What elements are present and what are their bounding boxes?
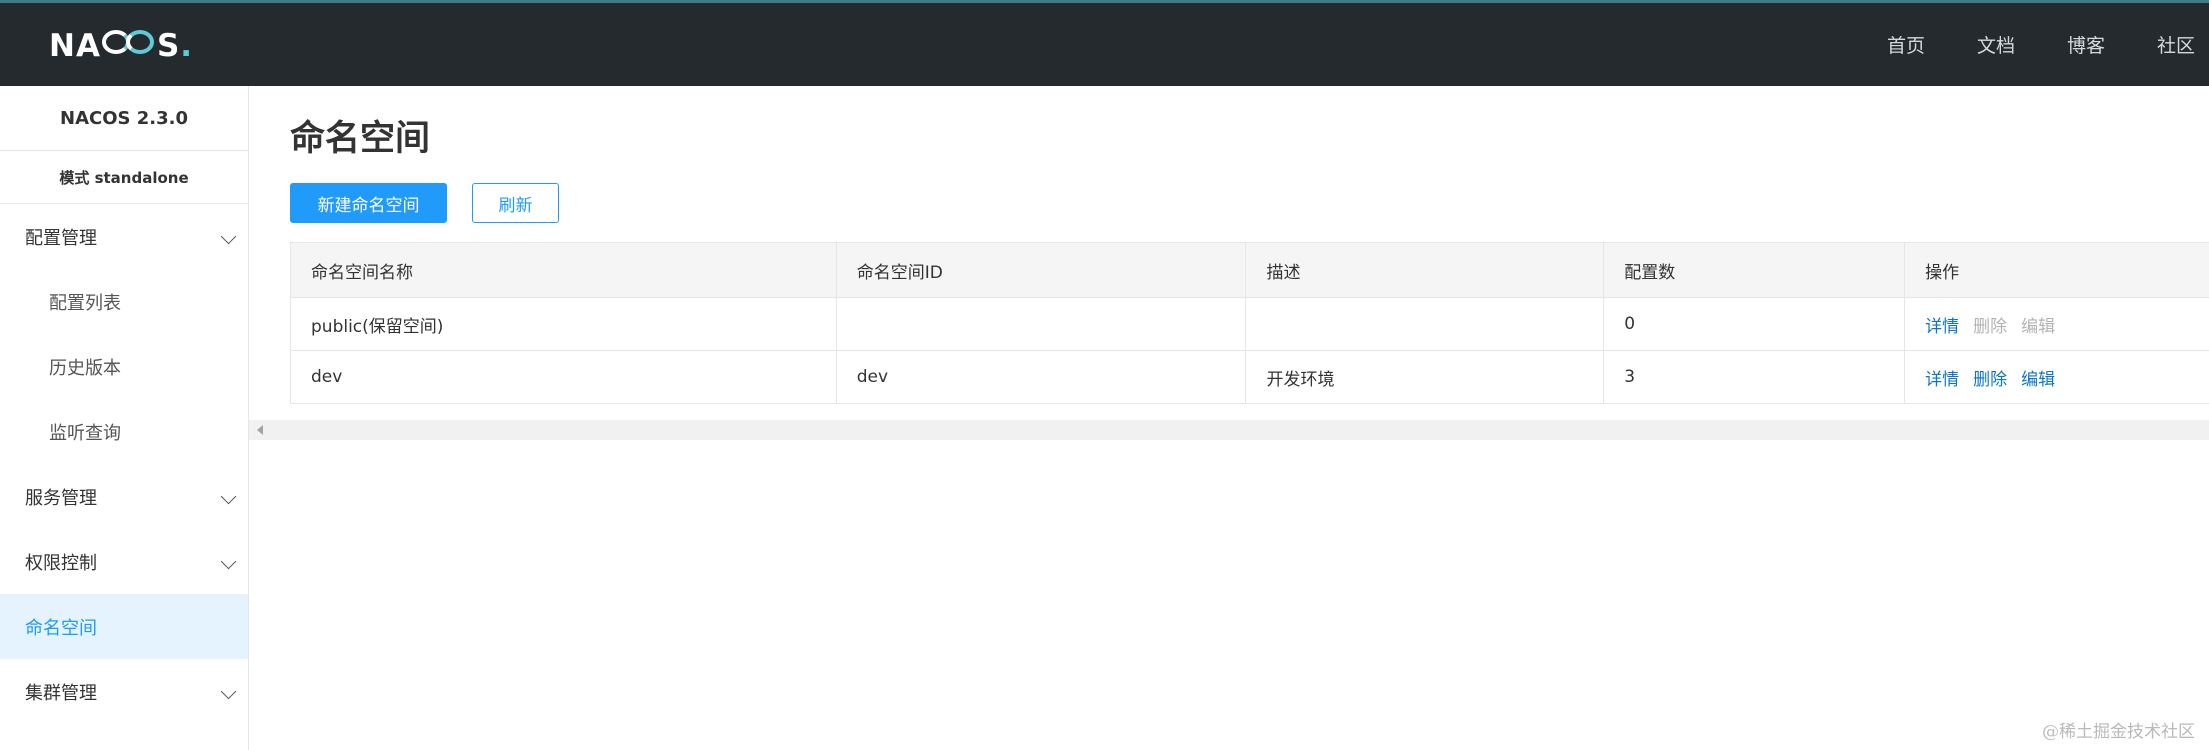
nav-community-link[interactable]: 社区 (2157, 31, 2195, 58)
create-namespace-button[interactable]: 新建命名空间 (290, 183, 447, 223)
table-header-row: 命名空间名称 命名空间ID 描述 配置数 操作 (291, 243, 2209, 298)
page-title: 命名空间 (290, 119, 431, 159)
namespace-name-cell: dev (291, 351, 837, 403)
namespace-description-cell (1246, 298, 1605, 350)
refresh-button[interactable]: 刷新 (472, 183, 559, 223)
logo-text-left: NA (49, 28, 101, 64)
top-nav: 首页 文档 博客 社区 (1835, 3, 2195, 86)
namespace-id-cell (837, 298, 1247, 350)
operations-cell: 详情 删除 编辑 (1905, 298, 2209, 350)
top-navbar: NA S . 首页 文档 博客 社区 (0, 0, 2209, 86)
sidebar-item-config-list[interactable]: 配置列表 (0, 269, 248, 334)
sidebar-version: NACOS 2.3.0 (0, 86, 248, 151)
operations-cell: 详情 删除 编辑 (1905, 351, 2209, 403)
logo-dot: . (180, 28, 194, 64)
details-link[interactable]: 详情 (1925, 312, 1959, 337)
sidebar-item-label: 配置管理 (25, 227, 97, 249)
sidebar-item-label: 配置列表 (49, 292, 121, 314)
delete-link[interactable]: 删除 (1973, 365, 2007, 390)
table-row: dev dev 开发环境 3 详情 删除 编辑 (291, 351, 2209, 404)
chevron-down-icon (220, 683, 237, 700)
table-row: public(保留空间) 0 详情 删除 编辑 (291, 298, 2209, 351)
horizontal-scrollbar[interactable] (249, 420, 2209, 440)
sidebar-item-namespace[interactable]: 命名空间 (0, 594, 248, 659)
column-header-description: 描述 (1246, 243, 1605, 297)
main-content: 命名空间 新建命名空间 刷新 命名空间名称 命名空间ID 描述 配置数 操作 p… (249, 86, 2209, 750)
column-header-id: 命名空间ID (837, 243, 1247, 297)
sidebar-item-label: 权限控制 (25, 552, 97, 574)
sidebar-item-cluster-management[interactable]: 集群管理 (0, 659, 248, 724)
chevron-down-icon (220, 488, 237, 505)
chevron-down-icon (220, 228, 237, 245)
sidebar-item-access-control[interactable]: 权限控制 (0, 529, 248, 594)
config-count-cell: 3 (1604, 351, 1906, 403)
nav-docs-link[interactable]: 文档 (1977, 31, 2015, 58)
sidebar-item-label: 服务管理 (25, 487, 97, 509)
nav-home-link[interactable]: 首页 (1887, 31, 1925, 58)
logo-rings-icon (101, 28, 156, 56)
config-count-cell: 0 (1604, 298, 1906, 350)
sidebar-item-history[interactable]: 历史版本 (0, 334, 248, 399)
column-header-operations: 操作 (1925, 262, 1960, 283)
sidebar: NACOS 2.3.0 模式 standalone 配置管理 配置列表 历史版本… (0, 86, 249, 750)
sidebar-item-service-management[interactable]: 服务管理 (0, 464, 248, 529)
nav-blog-link[interactable]: 博客 (2067, 31, 2105, 58)
watermark: @稀土掘金技术社区 (2042, 722, 2195, 742)
sidebar-mode: 模式 standalone (0, 151, 248, 204)
sidebar-item-label: 集群管理 (25, 682, 97, 704)
sidebar-item-listener-query[interactable]: 监听查询 (0, 399, 248, 464)
column-header-config-count: 配置数 (1604, 243, 1906, 297)
sidebar-item-label: 历史版本 (49, 357, 121, 379)
edit-link[interactable]: 编辑 (2021, 365, 2055, 390)
logo-text-right: S (156, 28, 181, 64)
sidebar-item-label: 监听查询 (49, 422, 121, 444)
edit-link-disabled: 编辑 (2021, 316, 2056, 337)
column-header-name: 命名空间名称 (291, 243, 837, 297)
namespace-description-cell: 开发环境 (1246, 351, 1605, 403)
delete-link-disabled: 删除 (1973, 316, 2008, 337)
scroll-left-arrow-icon[interactable] (257, 425, 263, 435)
namespace-id-cell: dev (837, 351, 1247, 403)
namespace-table: 命名空间名称 命名空间ID 描述 配置数 操作 public(保留空间) 0 详… (290, 242, 2209, 404)
nacos-logo[interactable]: NA S . (49, 28, 193, 64)
namespace-name-cell: public(保留空间) (291, 298, 837, 350)
sidebar-item-config-management[interactable]: 配置管理 (0, 204, 248, 269)
chevron-down-icon (220, 553, 237, 570)
sidebar-item-label: 命名空间 (25, 617, 97, 639)
details-link[interactable]: 详情 (1925, 365, 1959, 390)
